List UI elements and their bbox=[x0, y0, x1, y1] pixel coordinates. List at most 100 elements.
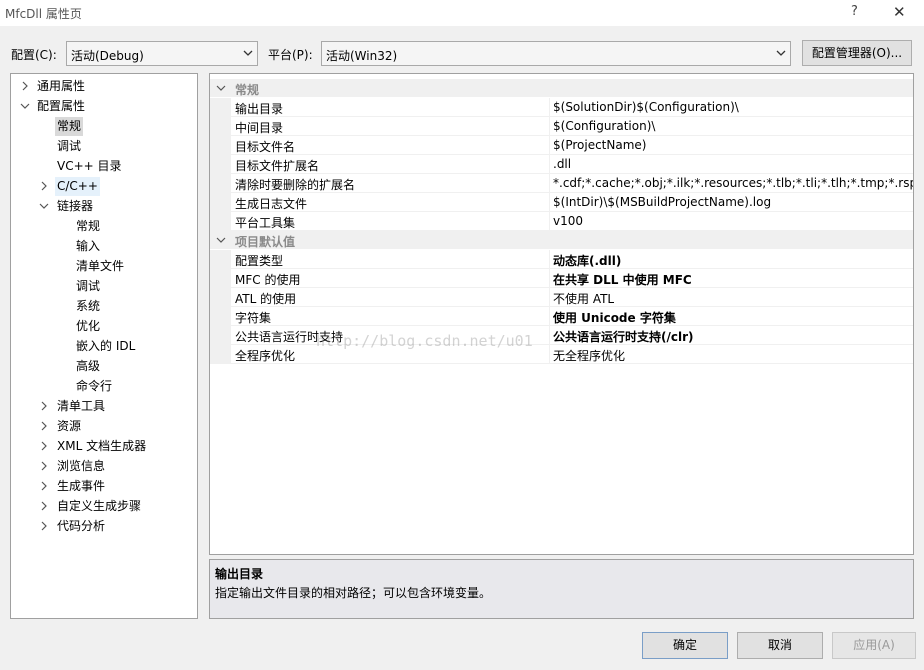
description-title: 输出目录 bbox=[215, 567, 264, 581]
row-gutter bbox=[210, 326, 231, 345]
property-value[interactable]: 不使用 ATL bbox=[553, 290, 913, 307]
row-gutter bbox=[210, 269, 231, 288]
row-gutter bbox=[210, 136, 231, 155]
property-row[interactable]: 配置类型 动态库(.dll) bbox=[210, 250, 913, 269]
property-row[interactable]: 输出目录 $(SolutionDir)$(Configuration)\ bbox=[210, 98, 913, 117]
property-value[interactable]: *.cdf;*.cache;*.obj;*.ilk;*.resources;*.… bbox=[553, 176, 913, 190]
property-row[interactable]: MFC 的使用 在共享 DLL 中使用 MFC bbox=[210, 269, 913, 288]
property-row[interactable]: 平台工具集 v100 bbox=[210, 212, 913, 231]
chevron-down-icon bbox=[243, 50, 253, 56]
property-name: 中间目录 bbox=[235, 121, 284, 135]
tree-item-label: 命令行 bbox=[76, 379, 113, 393]
column-divider bbox=[549, 212, 550, 231]
property-row[interactable]: 中间目录 $(Configuration)\ bbox=[210, 117, 913, 136]
chevron-right-icon[interactable] bbox=[39, 521, 49, 531]
property-name: 配置类型 bbox=[235, 254, 284, 268]
tree-item-label: 常规 bbox=[55, 117, 84, 136]
column-divider bbox=[549, 345, 550, 364]
property-row[interactable]: 清除时要删除的扩展名 *.cdf;*.cache;*.obj;*.ilk;*.re… bbox=[210, 174, 913, 193]
chevron-down-icon[interactable] bbox=[20, 101, 30, 111]
cancel-button[interactable]: 取消 bbox=[737, 632, 823, 659]
row-gutter bbox=[210, 155, 231, 174]
column-divider bbox=[549, 269, 550, 288]
window-title: MfcDll 属性页 bbox=[5, 7, 82, 21]
tree-item-label: 高级 bbox=[76, 359, 101, 373]
row-gutter bbox=[210, 345, 231, 364]
property-tree[interactable]: 通用属性 配置属性 常规 调试 VC++ 目录 C/C++ 链接器 常规 输入 清单文件 调试 系统优… bbox=[10, 73, 198, 619]
column-divider bbox=[549, 288, 550, 307]
chevron-right-icon[interactable] bbox=[39, 501, 49, 511]
property-row[interactable]: 目标文件名 $(ProjectName) bbox=[210, 136, 913, 155]
column-divider bbox=[549, 193, 550, 212]
category-row[interactable]: 项目默认值 bbox=[210, 231, 913, 249]
property-name: 平台工具集 bbox=[235, 216, 296, 230]
chevron-down-icon[interactable] bbox=[216, 83, 226, 93]
property-value[interactable]: 在共享 DLL 中使用 MFC bbox=[553, 271, 913, 288]
row-gutter bbox=[210, 193, 231, 212]
property-name: 输出目录 bbox=[235, 102, 284, 116]
tree-item-label: 资源 bbox=[57, 419, 82, 433]
column-divider bbox=[549, 98, 550, 117]
chevron-right-icon[interactable] bbox=[39, 441, 49, 451]
property-value[interactable]: $(SolutionDir)$(Configuration)\ bbox=[553, 100, 913, 114]
property-value[interactable]: $(IntDir)\$(MSBuildProjectName).log bbox=[553, 195, 913, 209]
column-divider bbox=[549, 250, 550, 269]
property-name: ATL 的使用 bbox=[235, 292, 297, 306]
chevron-right-icon[interactable] bbox=[39, 181, 49, 191]
category-row[interactable]: 常规 bbox=[210, 79, 913, 97]
tree-item-label: VC++ 目录 bbox=[57, 159, 122, 173]
tree-item-label: C/C++ bbox=[55, 177, 100, 196]
tree-item-label: 代码分析 bbox=[57, 519, 106, 533]
property-name: MFC 的使用 bbox=[235, 273, 301, 287]
category-label: 项目默认值 bbox=[235, 235, 296, 249]
chevron-right-icon[interactable] bbox=[20, 81, 30, 91]
property-value[interactable]: $(ProjectName) bbox=[553, 138, 913, 152]
chevron-right-icon[interactable] bbox=[39, 401, 49, 411]
tree-item-label: 浏览信息 bbox=[57, 459, 106, 473]
close-button[interactable]: ✕ bbox=[893, 3, 906, 21]
column-divider bbox=[549, 117, 550, 136]
column-divider bbox=[549, 136, 550, 155]
chevron-down-icon[interactable] bbox=[39, 201, 49, 211]
property-value[interactable]: 公共语言运行时支持(/clr) bbox=[553, 328, 913, 345]
property-value[interactable]: $(Configuration)\ bbox=[553, 119, 913, 133]
property-value[interactable]: 使用 Unicode 字符集 bbox=[553, 309, 913, 326]
property-name: 全程序优化 bbox=[235, 349, 296, 363]
tree-item-label: 自定义生成步骤 bbox=[57, 499, 142, 513]
property-value[interactable]: .dll bbox=[553, 157, 913, 171]
config-value: 活动(Debug) bbox=[71, 49, 144, 63]
property-row[interactable]: 生成日志文件 $(IntDir)\$(MSBuildProjectName).lo… bbox=[210, 193, 913, 212]
row-gutter bbox=[210, 307, 231, 326]
property-name: 目标文件名 bbox=[235, 140, 296, 154]
chevron-down-icon[interactable] bbox=[216, 235, 226, 245]
property-row[interactable]: 字符集 使用 Unicode 字符集 bbox=[210, 307, 913, 326]
ok-button[interactable]: 确定 bbox=[642, 632, 728, 659]
tree-item-label: 通用属性 bbox=[37, 79, 86, 93]
platform-combobox[interactable]: 活动(Win32) bbox=[321, 41, 791, 66]
property-grid[interactable]: 常规输出目录 $(SolutionDir)$(Configuration)\ 中间目… bbox=[209, 73, 914, 555]
tree-item-label: 优化 bbox=[76, 319, 101, 333]
row-gutter bbox=[210, 117, 231, 136]
chevron-right-icon[interactable] bbox=[39, 421, 49, 431]
title-bar: MfcDll 属性页 ? ✕ bbox=[0, 0, 924, 26]
property-value[interactable]: 动态库(.dll) bbox=[553, 252, 913, 269]
property-row[interactable]: ATL 的使用 不使用 ATL bbox=[210, 288, 913, 307]
tree-item-label: 常规 bbox=[76, 219, 101, 233]
property-value[interactable]: 无全程序优化 bbox=[553, 347, 913, 364]
tree-item-label: 系统 bbox=[76, 299, 101, 313]
column-divider bbox=[549, 326, 550, 345]
apply-button[interactable]: 应用(A) bbox=[832, 632, 916, 659]
property-value[interactable]: v100 bbox=[553, 214, 913, 228]
property-row[interactable]: 目标文件扩展名 .dll bbox=[210, 155, 913, 174]
tree-item-label: 调试 bbox=[57, 139, 82, 153]
tree-item-label: 输入 bbox=[76, 239, 101, 253]
tree-item-label: 嵌入的 IDL bbox=[76, 339, 136, 353]
config-combobox[interactable]: 活动(Debug) bbox=[66, 41, 258, 66]
help-button[interactable]: ? bbox=[851, 4, 858, 19]
tree-item-label: 生成事件 bbox=[57, 479, 106, 493]
tree-item-label: 调试 bbox=[76, 279, 101, 293]
chevron-right-icon[interactable] bbox=[39, 481, 49, 491]
config-manager-button[interactable]: 配置管理器(O)... bbox=[802, 40, 912, 66]
column-divider bbox=[549, 307, 550, 326]
chevron-right-icon[interactable] bbox=[39, 461, 49, 471]
